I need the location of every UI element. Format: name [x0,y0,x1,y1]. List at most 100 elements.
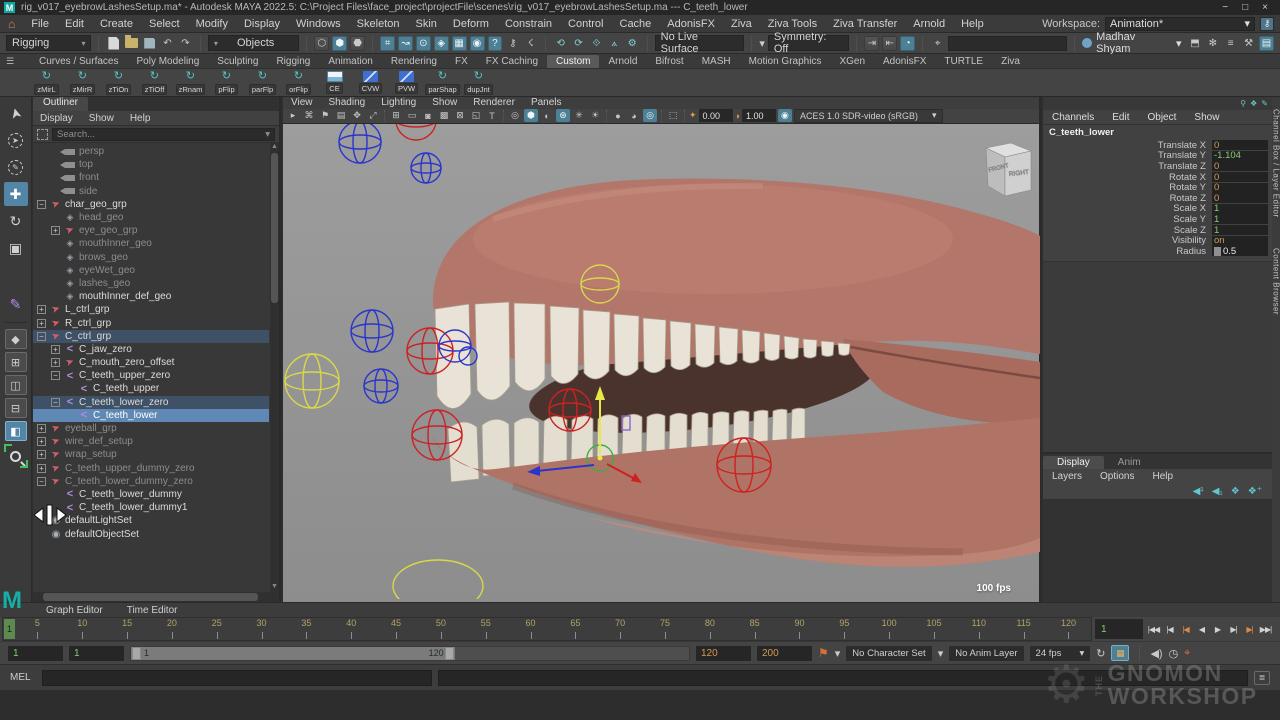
channel-attribute-row[interactable]: Translate Y -1.104 [1043,151,1272,162]
outliner-vertical-scrollbar[interactable]: ▲ ▼ [270,143,279,592]
grid-icon[interactable]: ⊞ [389,109,403,122]
input-operations-icon[interactable]: ⟲ [553,36,568,51]
gamma-icon[interactable]: ◑ [735,111,740,121]
pin-icon[interactable]: ⚲ [1240,99,1246,108]
shelf-tab[interactable]: Animation [319,55,381,68]
collapse-toggle-icon[interactable]: − [37,477,46,486]
isolate-select-icon[interactable]: ⬚ [666,109,680,122]
outliner-node[interactable]: + ➤ eyeball_grp [33,422,269,435]
channel-value-field[interactable]: 0 [1212,161,1268,171]
shelf-tab[interactable]: Rendering [382,55,446,68]
camera-attributes-icon[interactable]: ⌘ [302,109,316,122]
range-start-handle[interactable] [132,647,141,660]
render-settings-icon[interactable]: ⚙ [625,36,640,51]
outliner-node[interactable]: < C_teeth_lower_dummy [33,488,269,501]
layer-editor-menu-item[interactable]: Options [1091,471,1143,482]
menu-item[interactable]: Skin [407,18,444,30]
channel-attribute-row[interactable]: Rotate Y 0 [1043,182,1272,193]
command-line-mode[interactable]: MEL [10,672,36,683]
select-by-name-icon[interactable]: ⌖ [930,36,945,51]
animation-preferences-icon[interactable]: ⌖ [1184,647,1190,660]
humanik-icon[interactable]: ✻ [1205,36,1220,51]
playback-button[interactable]: ▶ [1210,620,1225,638]
outliner-node[interactable]: ◈ lashes_geo [33,277,269,290]
menu-item[interactable]: Help [953,18,992,30]
scroll-up-icon[interactable]: ▲ [270,143,279,152]
outliner-menu-item[interactable]: Show [82,113,121,124]
shelf-tab[interactable]: FX Caching [477,55,547,68]
channel-box-menu-item[interactable]: Edit [1103,112,1138,123]
playback-button[interactable]: ▶▶| [1258,620,1273,638]
set-key-icon[interactable]: ⚑ [818,646,829,660]
select-camera-icon[interactable]: ▸ [286,109,300,122]
layout-single-pane-button[interactable]: ◆ [5,329,27,349]
redo-icon[interactable]: ↷ [178,36,193,51]
new-layer-icon[interactable]: ❖⁺ [1248,486,1262,497]
menu-item[interactable]: Modify [188,18,236,30]
menu-item[interactable]: Arnold [905,18,953,30]
channel-attribute-row[interactable]: Translate Z 0 [1043,161,1272,172]
outliner-tab[interactable]: Outliner [33,97,88,111]
menu-item[interactable]: Deform [445,18,497,30]
playback-button[interactable]: |◀◀ [1146,620,1161,638]
outliner-node[interactable]: top [33,158,269,171]
animation-end-field[interactable]: 200 [757,646,812,661]
outliner-node[interactable]: ◈ brows_geo [33,251,269,264]
exposure-field[interactable]: 0.00 [699,109,733,122]
shelf-button[interactable]: ↻ pFlip [210,70,243,95]
scroll-down-icon[interactable]: ▼ [270,583,279,592]
shelf-tab[interactable]: FX [446,55,477,68]
scrollbar-thumb[interactable] [271,153,278,303]
playback-button[interactable]: ▶| [1226,620,1241,638]
ipr-render-icon[interactable]: ⟑ [607,36,622,51]
snap-curve-icon[interactable]: ↝ [398,36,413,51]
channel-value-field[interactable]: 0 [1212,193,1268,203]
expand-toggle-icon[interactable]: + [37,464,46,473]
channel-attribute-row[interactable]: Rotate X 0 [1043,172,1272,183]
expand-toggle-icon[interactable]: + [37,437,46,446]
paint-select-tool-icon[interactable]: ✎ [4,155,28,179]
lock-icon[interactable]: ⚷ [505,36,520,51]
menu-item[interactable]: Constrain [497,18,560,30]
shelf-tab[interactable]: Motion Graphics [740,55,831,68]
expand-toggle-icon[interactable]: + [51,345,60,354]
textured-mode-icon[interactable]: ◐ [540,109,554,122]
channel-value-field[interactable]: on [1212,236,1268,246]
layout-two-pane-side-button[interactable]: ◫ [5,375,27,395]
shelf-button[interactable]: CVW [354,71,387,94]
make-live-icon[interactable]: ◉ [470,36,485,51]
outliner-menu-item[interactable]: Help [123,113,158,124]
script-editor-icon[interactable]: ≣ [1254,671,1270,685]
cached-playback-icon[interactable]: ⇤ [882,36,897,51]
workspace-lock-icon[interactable]: ⚷ [1260,17,1274,31]
selection-mask-dropdown[interactable]: ▾Objects [208,35,299,51]
select-component-icon[interactable]: ⬣ [350,36,365,51]
wireframe-icon[interactable]: ◎ [508,109,522,122]
expand-toggle-icon[interactable]: + [37,305,46,314]
channel-attribute-row[interactable]: Scale X 1 [1043,204,1272,215]
outliner-node[interactable]: ◈ mouthInner_def_geo [33,290,269,303]
outliner-node[interactable]: + ➤ R_ctrl_grp [33,316,269,329]
oversan-icon[interactable]: ⤢ [366,109,380,122]
shelf-menu-icon[interactable]: ☰ [6,56,14,67]
snap-projected-center-icon[interactable]: ◈ [434,36,449,51]
menu-item[interactable]: Windows [288,18,349,30]
select-hierarchy-icon[interactable]: ⬡ [314,36,329,51]
outliner-node[interactable]: + ➤ C_mouth_zero_offset [33,356,269,369]
channel-value-field[interactable]: 1 [1212,225,1268,235]
modeling-toolkit-icon[interactable]: ⬒ [1187,36,1202,51]
default-material-icon[interactable]: ✳ [572,109,586,122]
channel-box-menu-item[interactable]: Channels [1043,112,1103,123]
menu-item[interactable]: Edit [57,18,92,30]
snap-grid-icon[interactable]: ⌗ [380,36,395,51]
collapse-toggle-icon[interactable]: − [37,200,46,209]
lighting-icon[interactable]: ☀ [588,109,602,122]
viewport-menu-item[interactable]: Lighting [373,97,424,108]
current-frame-marker[interactable]: 1 [4,619,15,639]
outliner-node[interactable]: − < C_teeth_upper_zero [33,369,269,382]
channel-attribute-row[interactable]: Visibility on [1043,235,1272,246]
evaluation-mode-icon[interactable]: ◔ [900,36,915,51]
outliner-node[interactable]: < C_teeth_upper [33,382,269,395]
view-transform-dropdown[interactable]: ACES 1.0 SDR-video (sRGB) ▾ [794,109,943,123]
safe-title-icon[interactable]: T [485,109,499,122]
